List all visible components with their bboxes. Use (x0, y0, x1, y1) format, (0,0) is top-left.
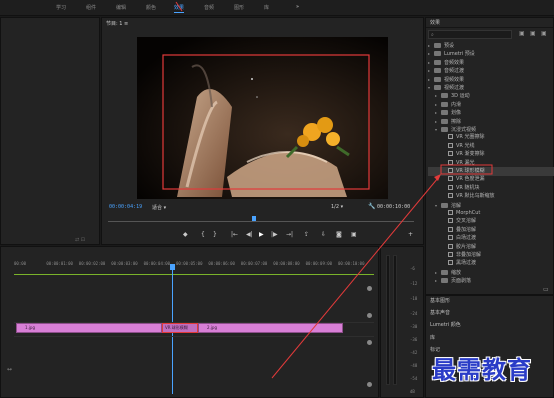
annotation-box-effect (440, 164, 493, 175)
annotation-overlay (175, 1, 493, 379)
annotation-arrow-line (271, 177, 439, 379)
annotation-arrow-head (434, 174, 441, 181)
annotation-arrow-top (175, 1, 183, 12)
watermark-logo: 最需教育 (432, 356, 532, 384)
